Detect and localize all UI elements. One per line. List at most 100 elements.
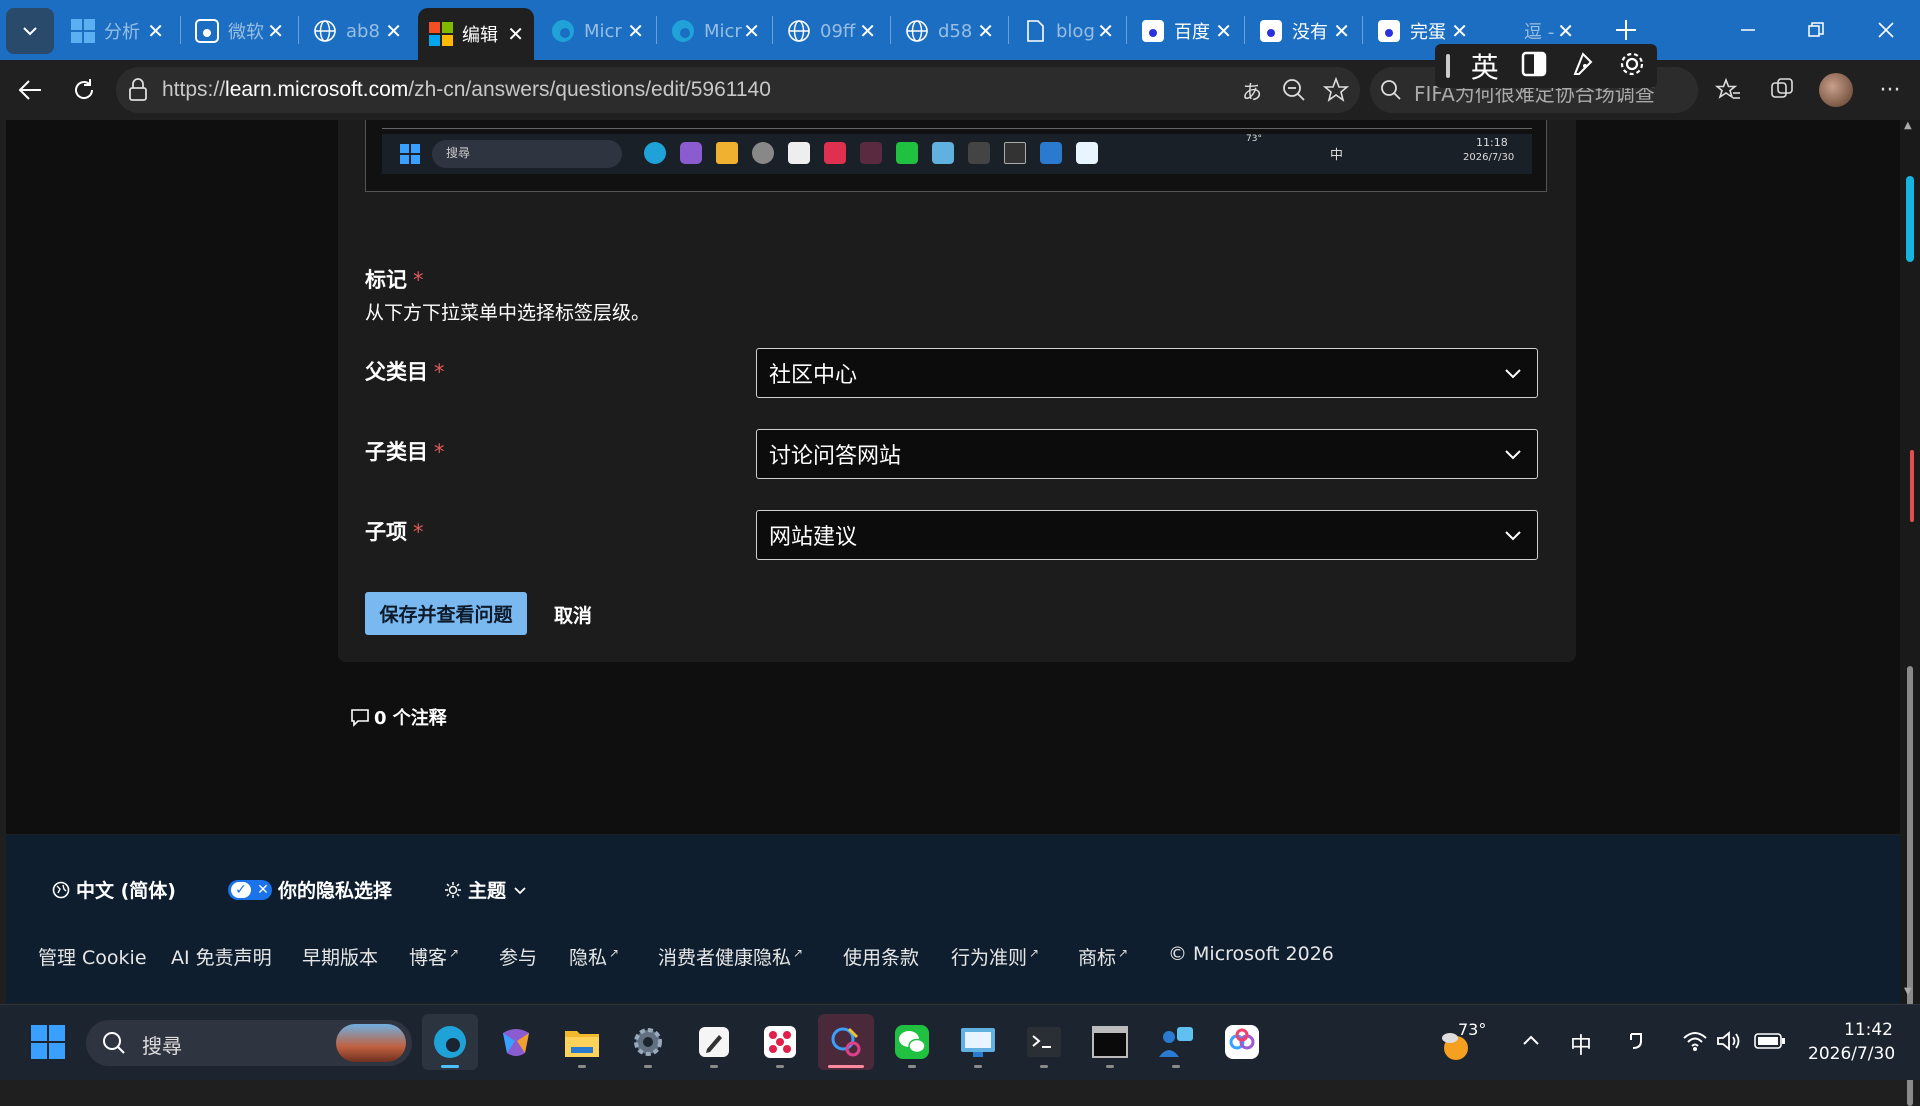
footer-link-ai-disclaimer[interactable]: AI 免责声明 <box>171 943 272 970</box>
lock-icon[interactable] <box>128 78 148 106</box>
collections-icon[interactable] <box>1762 70 1802 110</box>
theme-selector[interactable]: 主题 <box>444 876 528 903</box>
tab-1[interactable]: 分析 ✕ <box>60 8 174 54</box>
taskbar-people-app[interactable] <box>1148 1014 1204 1070</box>
ime-punctuation-icon[interactable] <box>1569 50 1597 82</box>
clock-date[interactable]: 2026/7/30 <box>1808 1044 1895 1064</box>
language-selector[interactable]: 中文 (简体) <box>52 876 176 903</box>
close-icon[interactable]: ✕ <box>627 19 644 43</box>
comments-link[interactable]: 0 个注释 <box>350 704 447 730</box>
back-arrow-icon <box>18 80 41 100</box>
more-menu-icon[interactable]: ··· <box>1870 70 1910 110</box>
scroll-down-icon[interactable]: ▼ <box>1904 986 1912 997</box>
tray-overflow-icon[interactable] <box>1520 1030 1542 1056</box>
tab-title: blog <box>1056 20 1095 42</box>
favorite-star-icon[interactable] <box>1316 70 1356 110</box>
footer-link-terms[interactable]: 使用条款 <box>843 943 919 970</box>
footer-link-early-versions[interactable]: 早期版本 <box>302 943 378 970</box>
tab-9[interactable]: blog ✕ <box>1012 8 1124 54</box>
scroll-up-icon[interactable]: ▲ <box>1904 120 1912 131</box>
ime-language-toggle[interactable]: 英 <box>1471 46 1499 86</box>
footer-link-health-privacy[interactable]: 消费者健康隐私 ↗ <box>658 943 803 970</box>
tab-3[interactable]: ab8 ✕ <box>302 8 412 54</box>
chevron-down-icon <box>23 27 37 36</box>
taskbar-remote-desktop[interactable] <box>950 1014 1006 1070</box>
favorites-icon[interactable] <box>1708 70 1748 110</box>
close-icon[interactable]: ✕ <box>1215 19 1232 43</box>
ime-width-icon[interactable] <box>1520 50 1548 82</box>
back-button[interactable] <box>10 70 50 110</box>
gear-icon[interactable] <box>1618 50 1646 82</box>
sub-item-select[interactable]: 网站建议 <box>756 510 1538 560</box>
tab-separator <box>772 16 773 44</box>
clock-time[interactable]: 11:42 <box>1844 1020 1893 1040</box>
cancel-button[interactable]: 取消 <box>554 601 592 628</box>
sub-item-value: 网站建议 <box>769 525 858 550</box>
url-text[interactable]: https://learn.microsoft.com/zh-cn/answer… <box>162 78 771 102</box>
footer-link-trademarks[interactable]: 商标 ↗ <box>1078 943 1128 970</box>
minimize-button[interactable] <box>1724 10 1772 50</box>
footer-link-cookie[interactable]: 管理 Cookie <box>38 943 147 970</box>
edge-icon <box>550 18 576 44</box>
close-window-button[interactable] <box>1862 10 1910 50</box>
battery-icon[interactable] <box>1754 1032 1786 1054</box>
taskbar-edge[interactable] <box>422 1014 478 1070</box>
close-icon[interactable]: ✕ <box>267 19 284 43</box>
taskbar-notepad[interactable] <box>686 1014 742 1070</box>
footer-link-privacy[interactable]: 隐私 ↗ <box>569 943 619 970</box>
tab-2[interactable]: 微软 ✕ <box>184 8 294 54</box>
tab-10[interactable]: 百度 ✕ <box>1130 8 1242 54</box>
close-icon[interactable]: ✕ <box>859 19 876 43</box>
save-and-view-button[interactable]: 保存并查看问题 <box>365 592 527 635</box>
tab-actions-button[interactable] <box>6 8 54 54</box>
tab-title: 百度 <box>1174 22 1210 43</box>
taskbar-app-cloud[interactable] <box>1214 1014 1270 1070</box>
tab-7[interactable]: 09ff ✕ <box>776 8 886 54</box>
taskbar-wechat[interactable] <box>884 1014 940 1070</box>
tab-11[interactable]: 没有 ✕ <box>1248 8 1360 54</box>
embedded-search-placeholder: 搜尋 <box>446 146 471 160</box>
footer-link-conduct[interactable]: 行为准则 ↗ <box>951 943 1039 970</box>
close-icon[interactable]: ✕ <box>743 19 760 43</box>
close-icon[interactable]: ✕ <box>1451 19 1468 43</box>
translate-icon[interactable]: あ <box>1232 70 1272 110</box>
close-icon[interactable]: ✕ <box>1333 19 1350 43</box>
close-icon[interactable]: ✕ <box>1097 19 1114 43</box>
footer-link-blog[interactable]: 博客 ↗ <box>409 943 459 970</box>
footer-link-contribute[interactable]: 参与 <box>499 943 537 970</box>
taskbar-m365[interactable] <box>488 1014 544 1070</box>
restore-button[interactable] <box>1792 10 1840 50</box>
tab-8[interactable]: d58 ✕ <box>894 8 1004 54</box>
zoom-out-icon[interactable] <box>1274 70 1314 110</box>
avatar[interactable] <box>1816 70 1856 110</box>
ime-toolbar: 英 <box>1435 44 1657 88</box>
refresh-button[interactable] <box>64 70 104 110</box>
close-icon[interactable]: ✕ <box>1557 19 1574 43</box>
ime-indicator[interactable]: 中 <box>1570 1028 1592 1060</box>
tab-5[interactable]: Micr ✕ <box>540 8 654 54</box>
parent-category-select[interactable]: 社区中心 <box>756 348 1538 398</box>
windows-start-icon <box>400 144 420 168</box>
tab-6[interactable]: Micr ✕ <box>660 8 770 54</box>
drag-handle-icon[interactable] <box>1445 54 1450 78</box>
taskbar-app-red[interactable] <box>752 1014 808 1070</box>
wifi-icon[interactable] <box>1682 1030 1708 1056</box>
close-icon[interactable]: ✕ <box>385 19 402 43</box>
privacy-choices-link[interactable]: ✓ ✕ 你的隐私选择 <box>228 876 392 903</box>
taskbar-snipping-tool[interactable] <box>818 1014 874 1070</box>
taskbar-terminal[interactable] <box>1016 1014 1072 1070</box>
close-icon[interactable]: ✕ <box>147 19 164 43</box>
taskbar-settings[interactable] <box>620 1014 676 1070</box>
child-category-select[interactable]: 讨论问答网站 <box>756 429 1538 479</box>
taskbar-console[interactable] <box>1082 1014 1138 1070</box>
close-icon[interactable]: ✕ <box>507 22 524 46</box>
footer-link-text: 博客 <box>409 947 448 969</box>
ime-mode-icon[interactable] <box>1626 1030 1648 1056</box>
start-button[interactable] <box>20 1014 76 1070</box>
child-label-text: 子类目 <box>365 440 428 464</box>
taskbar-file-explorer[interactable] <box>554 1014 610 1070</box>
close-icon[interactable]: ✕ <box>977 19 994 43</box>
tab-active[interactable]: 编辑 ✕ <box>418 8 534 60</box>
volume-icon[interactable] <box>1716 1030 1742 1056</box>
globe-icon <box>312 18 338 44</box>
